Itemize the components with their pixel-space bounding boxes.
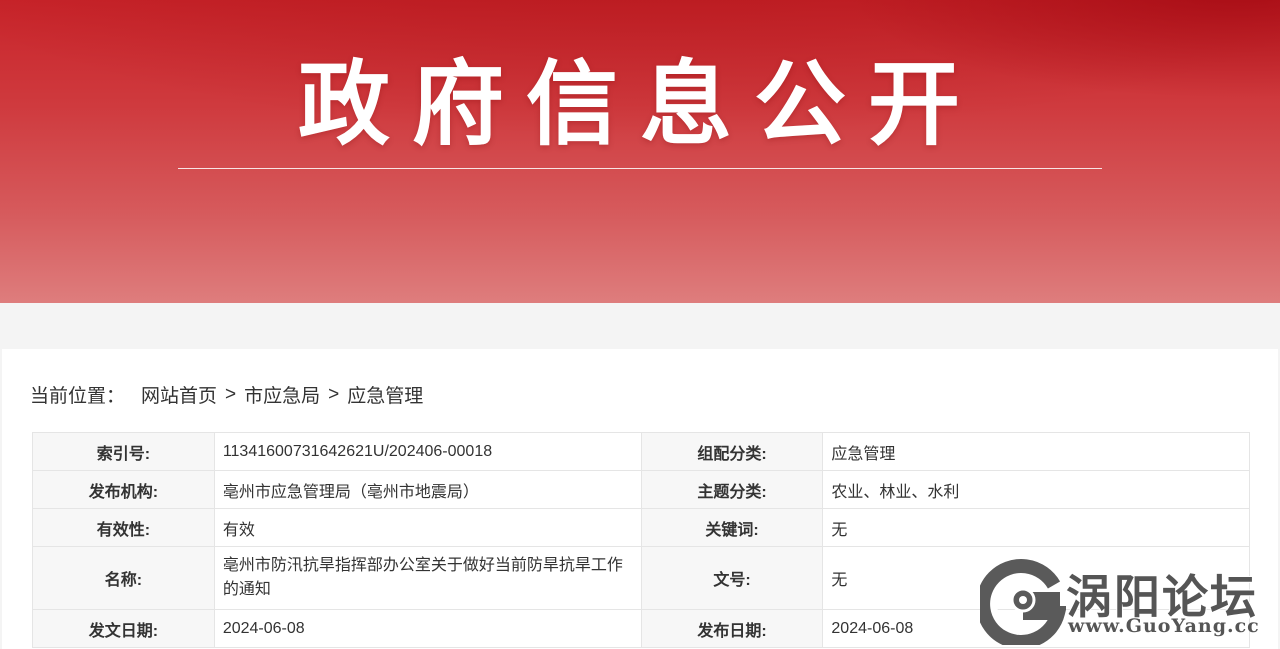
breadcrumb-separator: > bbox=[328, 383, 340, 405]
meta-label: 主题分类: bbox=[640, 470, 824, 509]
table-row: 发布机构: 亳州市应急管理局（亳州市地震局） 主题分类: 农业、林业、水利 bbox=[32, 470, 1250, 509]
banner-title: 政府信息公开 bbox=[297, 51, 982, 158]
breadcrumb-category-link[interactable]: 应急管理 bbox=[347, 381, 423, 408]
g-logo-icon bbox=[980, 555, 1066, 645]
meta-label: 索引号: bbox=[32, 432, 215, 471]
meta-value: 2024-06-08 bbox=[213, 609, 642, 648]
meta-label: 发文日期: bbox=[32, 609, 215, 648]
meta-value: 应急管理 bbox=[822, 432, 1250, 471]
table-row: 索引号: 11341600731642621U/202406-00018 组配分… bbox=[32, 432, 1250, 471]
banner-divider bbox=[178, 168, 1102, 169]
meta-label: 文号: bbox=[640, 546, 824, 610]
meta-value: 有效 bbox=[213, 508, 642, 547]
meta-value: 农业、林业、水利 bbox=[822, 470, 1250, 509]
meta-value: 亳州市防汛抗旱指挥部办公室关于做好当前防旱抗旱工作的通知 bbox=[213, 546, 642, 610]
meta-value: 亳州市应急管理局（亳州市地震局） bbox=[213, 470, 642, 509]
watermark: 涡阳论坛 www.GuoYang.cc bbox=[980, 553, 1280, 649]
meta-label: 关键词: bbox=[640, 508, 824, 547]
meta-label: 组配分类: bbox=[640, 432, 824, 471]
breadcrumb-bureau-link[interactable]: 市应急局 bbox=[244, 381, 320, 408]
meta-label: 名称: bbox=[32, 546, 215, 610]
meta-value: 11341600731642621U/202406-00018 bbox=[213, 432, 642, 471]
meta-label: 有效性: bbox=[32, 508, 215, 547]
page-banner: 政府信息公开 bbox=[0, 0, 1280, 303]
document-title-text: 亳州市防汛抗旱指挥部办公室关于做好当前防旱抗旱工作的通知 bbox=[222, 557, 623, 598]
watermark-url: www.GuoYang.cc bbox=[1068, 615, 1260, 637]
breadcrumb-home-link[interactable]: 网站首页 bbox=[141, 381, 217, 408]
meta-value: 无 bbox=[822, 508, 1250, 547]
table-row: 有效性: 有效 关键词: 无 bbox=[32, 508, 1250, 547]
breadcrumb-separator: > bbox=[225, 383, 237, 405]
breadcrumb-lead: 当前位置： bbox=[30, 386, 126, 407]
breadcrumb: 当前位置： 网站首页 > 市应急局 > 应急管理 bbox=[30, 381, 423, 408]
meta-label: 发布机构: bbox=[32, 470, 215, 509]
meta-label: 发布日期: bbox=[640, 609, 824, 648]
